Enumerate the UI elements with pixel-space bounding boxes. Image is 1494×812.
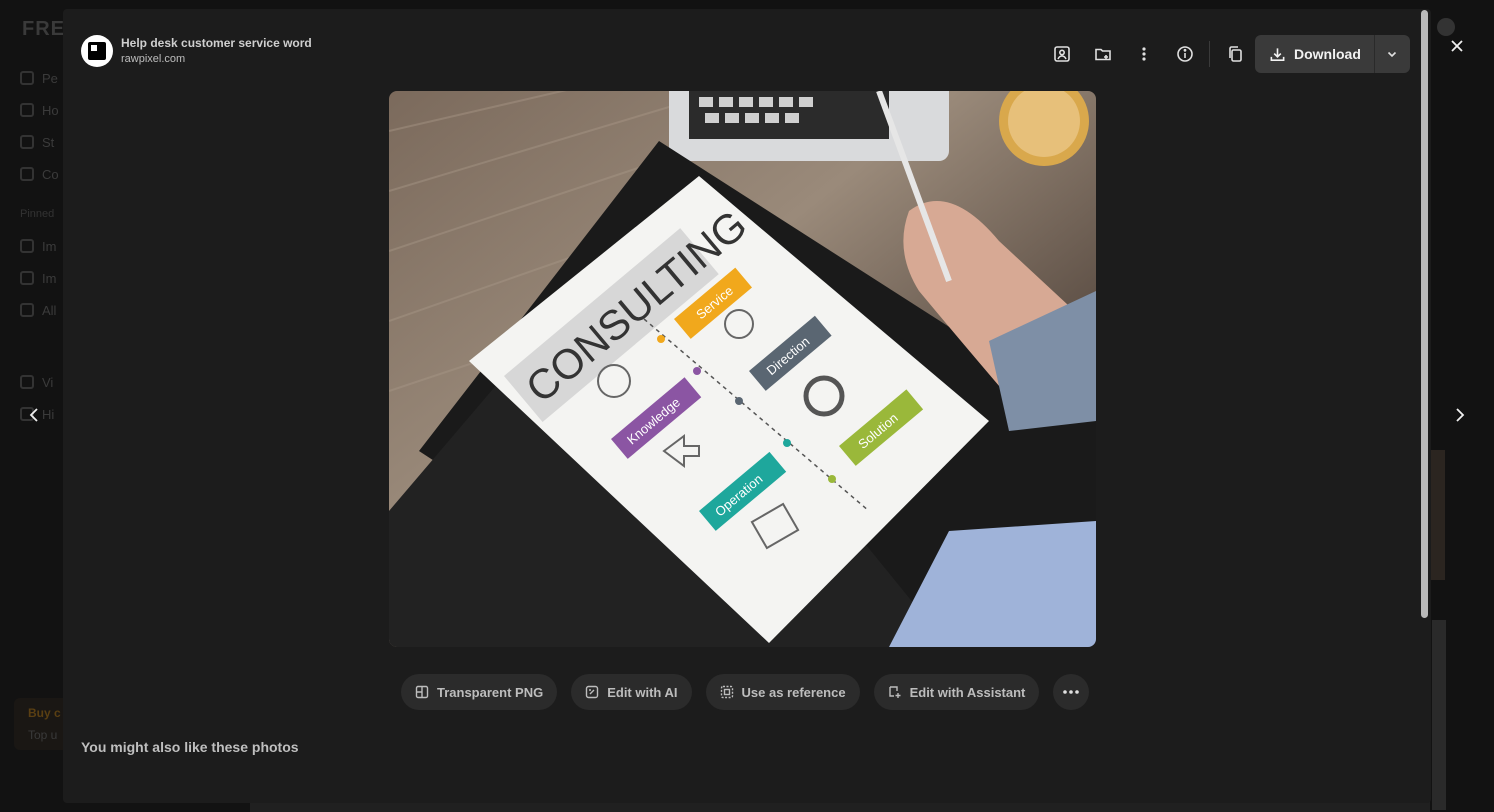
close-button[interactable] <box>1447 36 1467 56</box>
assistant-icon <box>888 686 901 698</box>
previous-image-button[interactable] <box>24 404 44 426</box>
similar-photos-heading: You might also like these photos <box>81 739 299 755</box>
user-image-icon[interactable] <box>1041 35 1082 73</box>
edit-with-ai-button[interactable]: Edit with AI <box>571 674 692 710</box>
chevron-left-icon <box>29 408 38 422</box>
edit-with-assistant-button[interactable]: Edit with Assistant <box>873 674 1040 710</box>
close-icon <box>1451 40 1463 52</box>
sidebar-item: St <box>20 126 64 158</box>
sidebar-item: Co <box>20 158 64 190</box>
download-options-dropdown[interactable] <box>1373 35 1410 73</box>
download-button[interactable]: Download <box>1255 35 1374 73</box>
image-source[interactable]: rawpixel.com <box>121 52 312 67</box>
image-actions: Transparent PNG Edit with AI Use as refe… <box>401 674 1090 710</box>
image-detail-modal: Help desk customer service word rawpixel… <box>63 9 1431 803</box>
more-horizontal-icon <box>1063 690 1080 694</box>
reference-icon <box>720 685 733 699</box>
more-actions-button[interactable] <box>1053 674 1090 710</box>
transparent-png-icon <box>415 685 429 699</box>
info-icon[interactable] <box>1164 35 1205 73</box>
sidebar-item: Im <box>20 262 64 294</box>
chevron-right-icon <box>1456 408 1465 422</box>
toolbar <box>1041 35 1255 73</box>
more-vertical-icon[interactable] <box>1123 35 1164 73</box>
sidebar-item: Pe <box>20 62 64 94</box>
user-avatar <box>1437 18 1455 36</box>
next-image-button[interactable] <box>1450 404 1470 426</box>
image-title: Help desk customer service word <box>121 36 312 50</box>
modal-scrollbar[interactable] <box>1421 10 1428 618</box>
transparent-png-button[interactable]: Transparent PNG <box>401 674 558 710</box>
download-label: Download <box>1294 46 1361 62</box>
pinned-heading: Pinned <box>20 208 55 220</box>
sidebar-item: All <box>20 294 64 326</box>
sidebar-item: Vi <box>20 366 64 398</box>
sidebar-item: Ho <box>20 94 64 126</box>
download-button-group: Download <box>1255 35 1410 73</box>
author-avatar <box>81 35 113 67</box>
use-as-reference-button[interactable]: Use as reference <box>705 674 860 710</box>
chevron-down-icon <box>1388 51 1397 58</box>
ai-edit-icon <box>586 685 599 699</box>
sidebar: Pe Ho St Co Pinned Im Im All Vi Hi <box>20 62 64 430</box>
sidebar-item: Im <box>20 230 64 262</box>
folder-add-icon[interactable] <box>1082 35 1123 73</box>
download-icon <box>1270 47 1285 61</box>
author-info[interactable]: Help desk customer service word rawpixel… <box>81 35 312 67</box>
preview-image: CONSULTING Service Direction Knowledge S… <box>389 91 1096 647</box>
copy-icon[interactable] <box>1214 35 1255 73</box>
